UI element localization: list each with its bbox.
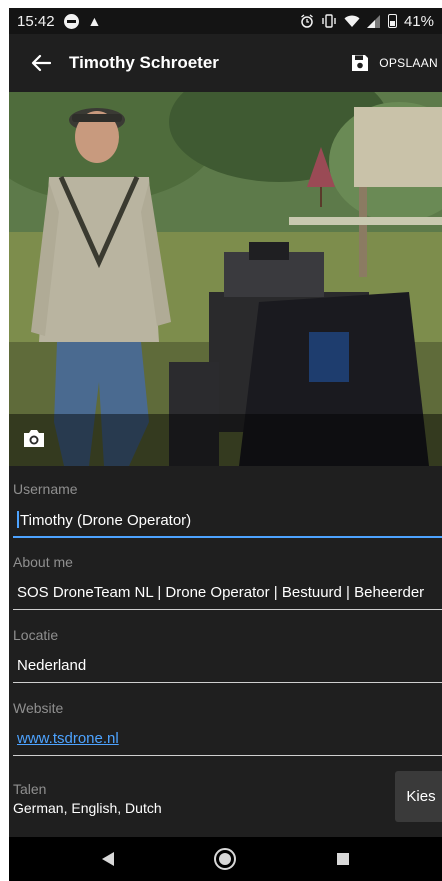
save-icon bbox=[352, 55, 369, 71]
about-underline bbox=[13, 609, 442, 610]
back-button[interactable] bbox=[21, 43, 61, 83]
nav-back-button[interactable] bbox=[86, 837, 130, 881]
photo-overlay bbox=[9, 414, 442, 466]
username-input[interactable]: Timothy (Drone Operator) bbox=[17, 511, 191, 529]
website-label: Website bbox=[13, 700, 64, 716]
back-arrow-icon bbox=[31, 54, 51, 72]
website-underline bbox=[13, 755, 442, 756]
recents-icon bbox=[337, 853, 350, 865]
location-label: Locatie bbox=[13, 627, 59, 643]
about-label: About me bbox=[13, 554, 73, 570]
do-not-disturb-icon bbox=[63, 13, 79, 29]
save-button[interactable]: OPSLAAN bbox=[350, 43, 442, 83]
profile-photo[interactable] bbox=[9, 92, 442, 466]
about-input[interactable]: SOS DroneTeam NL | Drone Operator | Best… bbox=[17, 584, 424, 601]
website-input[interactable]: www.tsdrone.nl bbox=[17, 730, 119, 747]
alert-icon: ▲ bbox=[87, 13, 102, 29]
battery-icon bbox=[387, 14, 397, 28]
location-input[interactable]: Nederland bbox=[17, 657, 86, 674]
about-field: About me SOS DroneTeam NL | Drone Operat… bbox=[9, 539, 442, 612]
page-title: Timothy Schroeter bbox=[69, 53, 219, 72]
status-bar: 15:42 ▲ 41% bbox=[9, 8, 442, 34]
camera-icon bbox=[24, 430, 44, 447]
status-time: 15:42 bbox=[17, 12, 55, 30]
choose-languages-button[interactable]: Kies bbox=[395, 771, 442, 822]
signal-icon bbox=[366, 14, 380, 28]
status-right: 41% bbox=[300, 13, 434, 30]
battery-percentage: 41% bbox=[403, 12, 434, 30]
location-field: Locatie Nederland bbox=[9, 612, 442, 685]
website-field: Website www.tsdrone.nl bbox=[9, 685, 442, 758]
languages-label: Talen bbox=[13, 781, 47, 797]
vibrate-icon bbox=[322, 14, 336, 28]
nav-recents-button[interactable] bbox=[321, 837, 365, 881]
status-left: 15:42 ▲ bbox=[17, 13, 101, 30]
username-label: Username bbox=[13, 481, 78, 497]
save-label: OPSLAAN bbox=[379, 56, 438, 70]
photo-scene bbox=[9, 92, 442, 466]
back-icon bbox=[101, 852, 114, 866]
text-cursor bbox=[17, 511, 19, 528]
phone-screen: 15:42 ▲ 41% Timothy Schroeter OPSLAAN Us… bbox=[9, 8, 442, 881]
alarm-icon bbox=[301, 14, 313, 28]
change-photo-button[interactable] bbox=[23, 428, 49, 452]
username-value: Timothy (Drone Operator) bbox=[20, 512, 192, 529]
app-bar: Timothy Schroeter OPSLAAN bbox=[9, 34, 442, 92]
languages-field: Talen German, English, Dutch Kies bbox=[9, 766, 442, 830]
home-icon bbox=[214, 848, 237, 870]
wifi-icon bbox=[344, 15, 360, 27]
location-underline bbox=[13, 682, 442, 683]
profile-form: Username Timothy (Drone Operator) About … bbox=[9, 466, 442, 822]
navigation-bar bbox=[9, 837, 442, 881]
nav-home-button[interactable] bbox=[203, 837, 247, 881]
username-field: Username Timothy (Drone Operator) bbox=[9, 466, 442, 539]
username-underline bbox=[13, 536, 442, 538]
languages-value: German, English, Dutch bbox=[13, 800, 162, 816]
